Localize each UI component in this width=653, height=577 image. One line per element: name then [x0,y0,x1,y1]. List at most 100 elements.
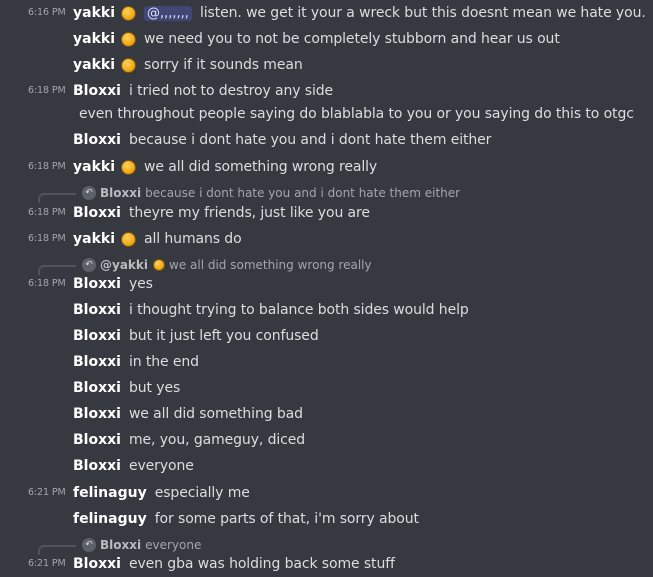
timestamp[interactable]: 6:18 PM [28,161,66,172]
message-row: Bloxxi everyone [0,453,653,479]
message-row: Bloxxi me, you, gameguy, diced [0,427,653,453]
message-line: Bloxxi yes [73,273,153,295]
message-text: we all did something wrong really [144,159,378,175]
message-row: 6:18 PM yakki all humans do [0,226,653,252]
reply-arrow-icon: ↶ [82,538,96,552]
username[interactable]: Bloxxi [73,432,121,448]
message-text: for some parts of that, i'm sorry about [154,511,419,527]
message-line: felinaguy especially me [73,482,250,504]
message-row: Bloxxi but yes [0,375,653,401]
message-row: Bloxxi in the end [0,349,653,375]
username[interactable]: Bloxxi [73,380,121,396]
reply-arrow-icon: ↶ [82,186,96,200]
message-row: 6:18 PM Bloxxi yes [0,271,653,297]
message-text: especially me [154,485,250,501]
message-line: Bloxxi even gba was holding back some stu… [73,553,395,575]
username[interactable]: Bloxxi [73,328,121,344]
message-text: i thought trying to balance both sides w… [128,302,469,318]
message-line: even throughout people saying do blablab… [79,103,634,125]
username[interactable]: Bloxxi [73,132,121,148]
cookie-emoji-icon [121,57,136,73]
timestamp[interactable]: 6:18 PM [28,85,66,96]
message-row: Bloxxi but it just left you confused [0,323,653,349]
message-row: Bloxxi i thought trying to balance both s… [0,297,653,323]
message-line: Bloxxi because i dont hate you and i dont… [73,129,491,151]
message-line: felinaguy for some parts of that, i'm sor… [73,508,419,530]
message-line: Bloxxi in the end [73,351,199,373]
message-text: sorry if it sounds mean [144,57,303,73]
username[interactable]: yakki [73,5,115,21]
reply-content[interactable]: ↶ Bloxxi everyone [82,538,201,552]
username[interactable]: Bloxxi [73,458,121,474]
mention-tag[interactable]: @,,,,,,, [144,5,192,21]
message-text: even gba was holding back some stuff [128,556,395,572]
message-text: we need you to not be completely stubbor… [144,31,560,47]
message-line: Bloxxi i thought trying to balance both s… [73,299,469,321]
username[interactable]: Bloxxi [73,556,121,572]
message-row: 6:21 PM Bloxxi even gba was holding back s… [0,551,653,577]
message-row: 6:21 PM felinaguy especially me [0,480,653,506]
username[interactable]: Bloxxi [73,276,121,292]
message-row: yakki sorry if it sounds mean [0,52,653,78]
message-line: yakki we all did something wrong really [73,156,377,178]
username[interactable]: yakki [73,159,115,175]
cookie-emoji-icon [121,31,136,47]
timestamp[interactable]: 6:16 PM [28,7,66,18]
username[interactable]: Bloxxi [73,205,121,221]
message-text: but it just left you confused [128,328,319,344]
username[interactable]: Bloxxi [73,406,121,422]
cookie-emoji-icon [121,231,136,247]
reply-text: we all did something wrong really [169,258,372,272]
reply-username[interactable]: Bloxxi [100,186,141,200]
timestamp[interactable]: 6:21 PM [28,558,66,569]
reply-text: because i dont hate you and i dont hate … [145,186,461,200]
username[interactable]: felinaguy [73,511,147,527]
reply-content[interactable]: ↶ @yakki we all did something wrong really [82,258,372,272]
message-line: Bloxxi we all did something bad [73,403,303,425]
message-text: theyre my friends, just like you are [128,205,370,221]
timestamp[interactable]: 6:18 PM [28,278,66,289]
message-row: 6:18 PM yakki we all did something wrong r… [0,154,653,180]
message-text: but yes [128,380,181,396]
username[interactable]: yakki [73,57,115,73]
username[interactable]: felinaguy [73,485,147,501]
message-line: Bloxxi but yes [73,377,180,399]
message-text: in the end [128,354,199,370]
reply-text: everyone [145,538,202,552]
cookie-emoji-icon [153,259,165,271]
message-line: Bloxxi me, you, gameguy, diced [73,429,305,451]
username[interactable]: yakki [73,31,115,47]
timestamp[interactable]: 6:18 PM [28,233,66,244]
message-line: yakki we need you to not be completely st… [73,28,560,50]
message-row: Bloxxi because i dont hate you and i dont… [0,127,653,153]
message-text: we all did something bad [128,406,303,422]
message-line: Bloxxi theyre my friends, just like you a… [73,202,370,224]
reply-username[interactable]: @yakki [100,258,148,272]
message-text: even throughout people saying do blablab… [79,106,634,122]
username[interactable]: Bloxxi [73,302,121,318]
reply-username[interactable]: Bloxxi [100,538,141,552]
message-line: yakki sorry if it sounds mean [73,54,303,76]
cookie-emoji-icon [121,5,136,21]
timestamp[interactable]: 6:21 PM [28,487,66,498]
message-row: even throughout people saying do blablab… [0,101,653,127]
message-row: 6:16 PM yakki @,,,,,,, listen. we get it yo… [0,0,653,26]
message-text: everyone [128,458,194,474]
reply-content[interactable]: ↶ Bloxxi because i dont hate you and i don… [82,186,460,200]
username[interactable]: Bloxxi [73,354,121,370]
message-text: all humans do [144,231,242,247]
message-text: listen. we get it your a wreck but this … [199,5,646,21]
chat-log: 6:16 PM yakki @,,,,,,, listen. we get it yo… [0,0,653,573]
username[interactable]: Bloxxi [73,83,121,99]
cookie-emoji-icon [121,159,136,175]
timestamp[interactable]: 6:18 PM [28,207,66,218]
message-text: me, you, gameguy, diced [128,432,306,448]
message-row: Bloxxi we all did something bad [0,401,653,427]
message-row: felinaguy for some parts of that, i'm sor… [0,506,653,532]
message-text: i tried not to destroy any side [128,83,334,99]
message-text: because i dont hate you and i dont hate … [128,132,492,148]
username[interactable]: yakki [73,231,115,247]
message-row: yakki we need you to not be completely st… [0,26,653,52]
reply-arrow-icon: ↶ [82,258,96,272]
message-row: 6:18 PM Bloxxi theyre my friends, just lik… [0,200,653,226]
